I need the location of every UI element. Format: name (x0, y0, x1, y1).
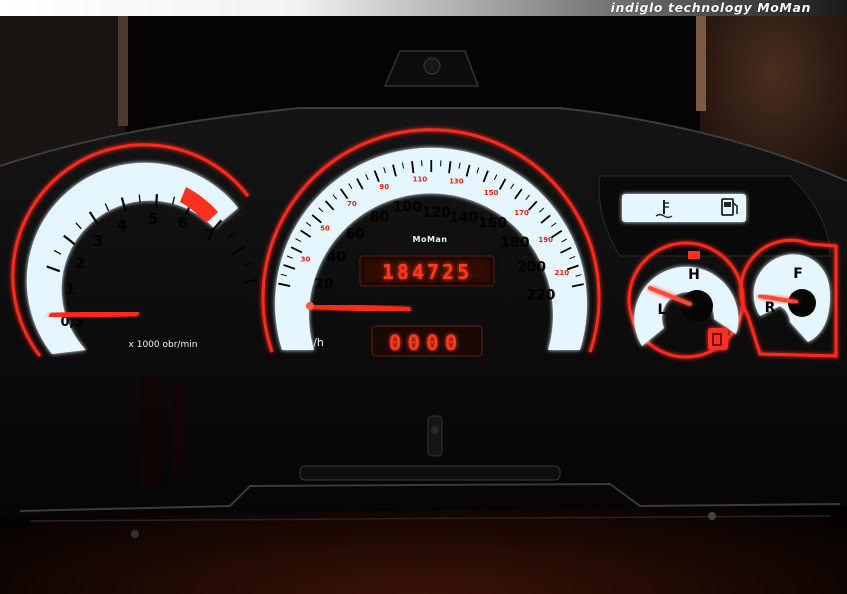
speed-needle (309, 303, 411, 313)
tacho-label-1: 1 (65, 280, 75, 298)
tacho-label-4: 4 (117, 216, 127, 234)
speed-minor-label-150: 150 (484, 189, 499, 197)
instrument-cluster-photo: 0,5 1 2 3 4 5 6 7 x 1000 obr/min 2040608… (0, 16, 847, 594)
speed-minor-label-130: 130 (449, 177, 464, 185)
tacho-label-6: 6 (178, 214, 188, 232)
odometer-display: 184725 (359, 255, 495, 287)
speed-label-160: 160 (478, 215, 507, 231)
speed-minor-label-70: 70 (347, 200, 357, 208)
tacho-label-5: 5 (148, 210, 158, 228)
speed-minor-label-190: 190 (538, 236, 553, 244)
speed-label-220: 220 (526, 288, 555, 304)
speed-minor-label-170: 170 (514, 209, 529, 217)
tacho-tick (138, 194, 141, 203)
speed-minor-label-110: 110 (413, 175, 428, 183)
speed-label-140: 140 (449, 210, 478, 226)
fuel-reserve-label: R (765, 300, 776, 316)
speed-label-60: 60 (345, 227, 365, 243)
banner-bar: indiglo technology MoMan (0, 0, 847, 16)
speed-label-80: 80 (370, 210, 390, 226)
speed-label-20: 20 (314, 276, 334, 292)
low-fuel-warning-icon (708, 328, 728, 350)
fuel-full-label: F (793, 266, 803, 282)
indicator-panel (598, 175, 831, 257)
brand-logo: MoMan (412, 235, 447, 244)
tacho-needle (49, 310, 139, 319)
trip-value: 0000 (389, 331, 464, 355)
speed-label-200: 200 (517, 260, 546, 276)
tacho-label-3: 3 (93, 232, 103, 250)
odometer-value: 184725 (382, 260, 472, 284)
speed-label-120: 120 (422, 205, 451, 221)
speed-minor-label-90: 90 (379, 183, 389, 191)
speed-label-40: 40 (326, 249, 346, 265)
temp-low-label: L (658, 302, 667, 318)
tacho-label-7: 7 (205, 226, 215, 244)
temp-high-label: H (688, 267, 700, 283)
speed-label-180: 180 (500, 235, 529, 251)
tacho-unit-label: x 1000 obr/min (129, 340, 198, 350)
speed-unit-label: km/h (296, 336, 324, 349)
banner-caption: indiglo technology MoMan (610, 0, 811, 15)
trip-display: 0000 (371, 325, 483, 357)
tacho-tick (154, 194, 159, 209)
tacho-label-2: 2 (75, 254, 85, 272)
speed-minor-label-50: 50 (320, 225, 330, 233)
speed-minor-label-30: 30 (301, 256, 311, 264)
speed-label-100: 100 (393, 200, 422, 216)
speed-minor-label-210: 210 (554, 269, 569, 277)
